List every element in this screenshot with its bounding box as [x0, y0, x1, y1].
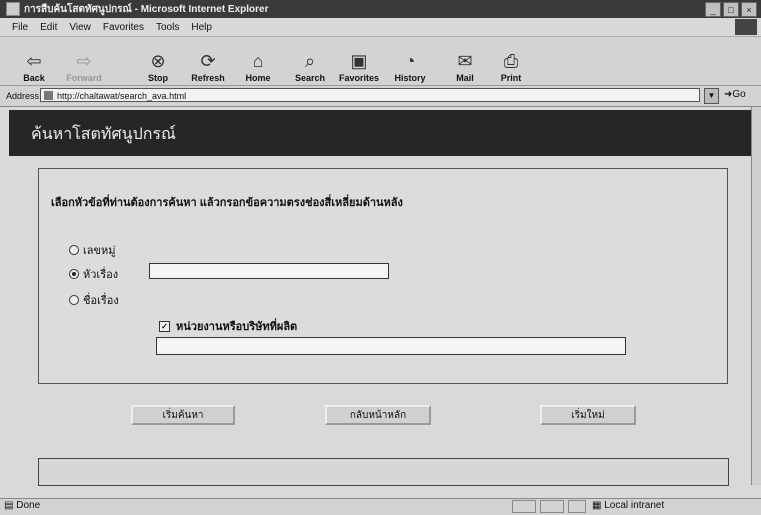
ie-app-icon: [6, 2, 20, 16]
close-button[interactable]: ×: [741, 2, 757, 17]
producer-input[interactable]: [156, 337, 626, 355]
home-icon: ⌂: [252, 51, 264, 71]
vertical-scrollbar[interactable]: [751, 107, 761, 485]
menu-bar: File Edit View Favorites Tools Help: [0, 18, 761, 37]
maximize-button[interactable]: □: [723, 2, 739, 17]
producer-checkbox[interactable]: ✓ หน่วยงานหรือบริษัทที่ผลิต: [159, 317, 297, 335]
print-button[interactable]: ⎙ Print: [494, 39, 528, 83]
menu-edit[interactable]: Edit: [40, 22, 57, 33]
search-button[interactable]: ⌕ Search: [288, 39, 332, 83]
status-cell: [568, 500, 586, 513]
ie-logo-icon: [735, 19, 757, 35]
stop-icon: ⊗: [150, 51, 166, 71]
page-done-icon: ▤: [4, 500, 17, 511]
back-arrow-icon: ⇦: [26, 51, 42, 71]
toolbar: ⇦ Back ⇨ Forward ⊗ Stop ⟳ Refresh ⌂ Home ⌕ Sea…: [0, 37, 761, 86]
radio-subject-label: หัวเรื่อง: [83, 269, 119, 281]
mail-button[interactable]: ✉ Mail: [448, 39, 482, 83]
radio-title-label: ชื่อเรื่อง: [83, 295, 119, 307]
status-bar: ▤ Done ▦ Local intranet: [0, 498, 761, 515]
stop-button[interactable]: ⊗ Stop: [138, 39, 178, 83]
address-url: http://chaltawat/search_ava.html: [57, 91, 187, 101]
favorites-button[interactable]: ▣ Favorites: [334, 39, 384, 83]
menu-tools[interactable]: Tools: [156, 22, 179, 33]
forward-arrow-icon: ⇨: [76, 51, 92, 71]
footer-box: [38, 458, 729, 486]
window-title: การสืบค้นโสตทัศนูปกรณ์ - Microsoft Inter…: [24, 3, 269, 15]
radio-title[interactable]: ชื่อเรื่อง: [69, 291, 119, 309]
search-icon: ⌕: [304, 51, 316, 71]
forward-button[interactable]: ⇨ Forward: [60, 39, 108, 83]
refresh-button[interactable]: ⟳ Refresh: [186, 39, 230, 83]
back-to-home-button[interactable]: กลับหน้าหลัก: [325, 405, 431, 425]
menu-view[interactable]: View: [69, 22, 91, 33]
address-bar: Address http://chaltawat/search_ava.html…: [0, 86, 761, 107]
radio-subject[interactable]: หัวเรื่อง: [69, 265, 118, 283]
status-cell: [540, 500, 564, 513]
checkbox-check-icon[interactable]: ✓: [159, 320, 170, 332]
page-banner: ค้นหาโสตทัศนูปกรณ์: [9, 110, 751, 156]
mail-icon: ✉: [457, 51, 473, 71]
intranet-icon: ▦: [592, 500, 605, 511]
go-label: Go: [732, 89, 746, 100]
reset-button[interactable]: เริ่มใหม่: [540, 405, 636, 425]
radio-title-dot[interactable]: [69, 295, 79, 305]
back-button[interactable]: ⇦ Back: [14, 39, 54, 83]
refresh-icon: ⟳: [200, 51, 216, 71]
favorites-icon: ▣: [350, 51, 368, 71]
status-cell: [512, 500, 536, 513]
print-icon: ⎙: [503, 51, 519, 71]
radio-call-number-dot[interactable]: [69, 245, 79, 255]
radio-subject-dot[interactable]: [69, 269, 79, 279]
page-icon: [44, 91, 53, 100]
menu-help[interactable]: Help: [191, 22, 212, 33]
producer-checkbox-label: หน่วยงานหรือบริษัทที่ผลิต: [176, 321, 298, 333]
history-icon: ◔: [404, 51, 416, 71]
menu-file[interactable]: File: [12, 22, 28, 33]
search-form-panel: เลือกหัวข้อที่ท่านต้องการค้นหา แล้วกรอกข…: [38, 168, 728, 384]
page-title: ค้นหาโสตทัศนูปกรณ์: [31, 124, 176, 143]
instruction-text: เลือกหัวข้อที่ท่านต้องการค้นหา แล้วกรอกข…: [51, 197, 403, 209]
zone-indicator: ▦ Local intranet: [592, 500, 665, 511]
home-button[interactable]: ⌂ Home: [238, 39, 278, 83]
search-input[interactable]: [149, 263, 389, 279]
title-bar: การสืบค้นโสตทัศนูปกรณ์ - Microsoft Inter…: [0, 0, 761, 18]
minimize-button[interactable]: _: [705, 2, 721, 17]
window-controls: _ □ ×: [705, 2, 757, 17]
go-button[interactable]: ➜Go: [724, 89, 746, 100]
radio-call-number[interactable]: เลขหมู่: [69, 241, 116, 259]
address-input[interactable]: http://chaltawat/search_ava.html: [40, 88, 700, 102]
history-button[interactable]: ◔ History: [388, 39, 432, 83]
menu-favorites[interactable]: Favorites: [103, 22, 144, 33]
address-label: Address: [6, 91, 40, 101]
radio-call-number-label: เลขหมู่: [83, 245, 116, 257]
address-dropdown-button[interactable]: ▼: [704, 88, 719, 104]
search-submit-button[interactable]: เริ่มค้นหา: [131, 405, 235, 425]
status-text: ▤ Done: [4, 500, 41, 511]
